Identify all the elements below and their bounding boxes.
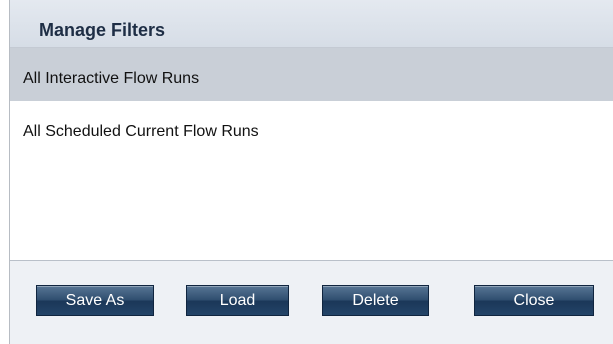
filter-item-label: All Scheduled Current Flow Runs xyxy=(23,123,259,140)
filter-item-label: All Interactive Flow Runs xyxy=(23,70,200,87)
dialog-header: Manage Filters xyxy=(10,0,613,48)
delete-button[interactable]: Delete xyxy=(322,285,429,316)
load-button[interactable]: Load xyxy=(186,285,289,316)
save-as-button[interactable]: Save As xyxy=(36,285,154,316)
filter-item-all-interactive-flow-runs[interactable]: All Interactive Flow Runs xyxy=(10,48,613,101)
manage-filters-dialog: Manage Filters All Interactive Flow Runs… xyxy=(9,0,613,344)
filter-list: All Interactive Flow Runs All Scheduled … xyxy=(10,48,613,260)
button-bar: Save As Load Delete Close xyxy=(10,260,613,344)
dialog-title: Manage Filters xyxy=(39,20,166,40)
close-button[interactable]: Close xyxy=(474,285,594,316)
filter-item-all-scheduled-current-flow-runs[interactable]: All Scheduled Current Flow Runs xyxy=(10,101,613,154)
